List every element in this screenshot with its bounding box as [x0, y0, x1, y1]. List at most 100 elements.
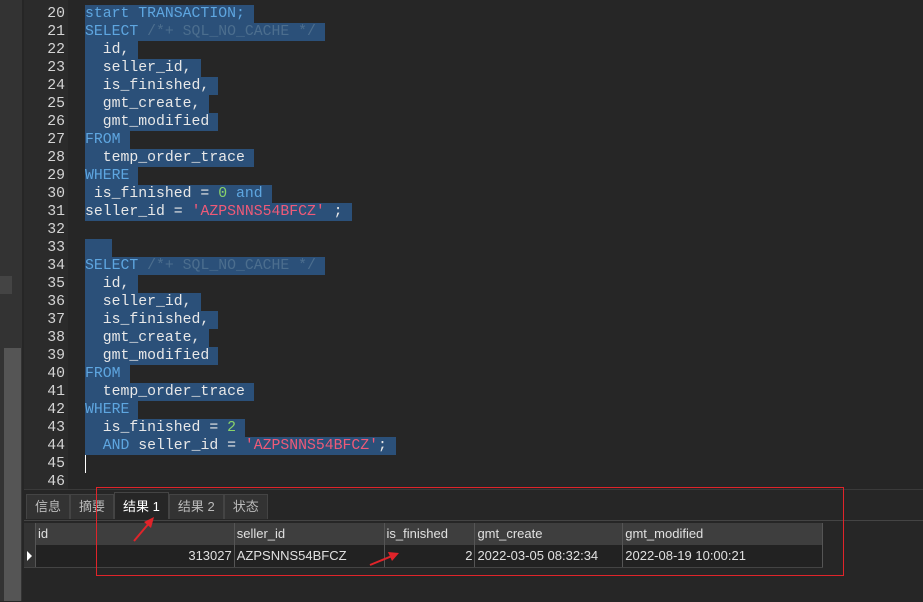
code-token: and [235, 186, 263, 202]
line-number: 31 [47, 204, 65, 220]
line-number: 32 [47, 222, 65, 238]
text-cursor [85, 455, 86, 473]
line-number: 42 [47, 402, 65, 418]
code-token: seller_id = [129, 438, 245, 454]
code-token: gmt_create, [85, 330, 201, 346]
code-token: is_finished, [85, 78, 210, 94]
code-line[interactable]: 41 temp_order_trace [0, 383, 923, 401]
annotation-arrow-icon [133, 517, 154, 542]
code-text: is_finished = 0 and [85, 185, 272, 203]
line-number: 28 [47, 150, 65, 166]
code-token: gmt_modified [85, 114, 210, 130]
code-text: WHERE [85, 167, 139, 185]
code-line[interactable]: 23 seller_id, [0, 59, 923, 77]
line-number: 43 [47, 420, 65, 436]
code-token: id, [85, 42, 130, 58]
code-line[interactable]: 36 seller_id, [0, 293, 923, 311]
code-line[interactable]: 20 start TRANSACTION; [0, 5, 923, 23]
code-line[interactable]: 24 is_finished, [0, 77, 923, 95]
code-line[interactable]: 44 AND seller_id = 'AZPSNNS54BFCZ'; [0, 437, 923, 455]
code-token: is_finished = [85, 186, 219, 202]
code-token: SELECT [85, 24, 139, 40]
code-token: is_finished = [85, 420, 228, 436]
line-number: 25 [47, 96, 65, 112]
line-number: 22 [47, 42, 65, 58]
code-line[interactable]: 43 is_finished = 2 [0, 419, 923, 437]
code-token: ; [378, 438, 387, 454]
code-line[interactable]: 39 gmt_modified [0, 347, 923, 365]
tab-1[interactable]: 信息 [26, 494, 71, 519]
code-token: seller_id, [85, 294, 192, 310]
code-token: 0 [218, 186, 228, 202]
code-text: id, [85, 275, 139, 293]
code-token: is_finished, [85, 312, 210, 328]
code-token: /*+ SQL_NO_CACHE */ [138, 24, 316, 40]
line-number: 40 [47, 366, 65, 382]
line-number: 30 [47, 186, 65, 202]
code-token: WHERE [85, 168, 130, 184]
code-line[interactable]: 32 [0, 221, 923, 239]
line-number: 45 [47, 456, 65, 472]
code-token: id, [85, 276, 130, 292]
row-indicator[interactable] [24, 545, 36, 567]
code-text: gmt_create, [85, 95, 210, 113]
code-text: is_finished, [85, 77, 219, 95]
line-number: 44 [47, 438, 65, 454]
line-number: 38 [47, 330, 65, 346]
code-line[interactable]: 22 id, [0, 41, 923, 59]
code-token: /*+ SQL_NO_CACHE */ [138, 258, 316, 274]
line-number: 33 [47, 240, 65, 256]
code-text: FROM [85, 131, 130, 149]
code-line[interactable]: 25 gmt_create, [0, 95, 923, 113]
line-number: 20 [47, 6, 65, 22]
line-number: 36 [47, 294, 65, 310]
code-line[interactable]: 38 gmt_create, [0, 329, 923, 347]
code-token: gmt_create, [85, 96, 201, 112]
code-line[interactable]: 45 [0, 455, 923, 473]
code-line[interactable]: 31 seller_id = 'AZPSNNS54BFCZ' ; [0, 203, 923, 221]
code-line[interactable]: 42 WHERE [0, 401, 923, 419]
code-text: SELECT /*+ SQL_NO_CACHE */ [85, 23, 325, 41]
sql-editor[interactable]: 20 start TRANSACTION; 21 SELECT /*+ SQL_NO_… [0, 5, 923, 491]
line-number: 35 [47, 276, 65, 292]
code-line[interactable]: 34 SELECT /*+ SQL_NO_CACHE */ [0, 257, 923, 275]
code-line[interactable]: 28 temp_order_trace [0, 149, 923, 167]
code-text: WHERE [85, 401, 139, 419]
code-text: gmt_modified [85, 113, 219, 131]
code-text: is_finished, [85, 311, 219, 329]
code-token: temp_order_trace [85, 384, 245, 400]
code-line[interactable]: 40 FROM [0, 365, 923, 383]
line-number: 24 [47, 78, 65, 94]
code-line[interactable]: 27 FROM [0, 131, 923, 149]
code-token: gmt_modified [85, 348, 210, 364]
code-text: gmt_modified [85, 347, 219, 365]
line-number: 41 [47, 384, 65, 400]
code-line[interactable]: 21 SELECT /*+ SQL_NO_CACHE */ [0, 23, 923, 41]
line-number: 39 [47, 348, 65, 364]
code-line[interactable]: 30 is_finished = 0 and [0, 185, 923, 203]
line-number: 34 [47, 258, 65, 274]
code-token: temp_order_trace [85, 150, 245, 166]
code-token: ; [324, 204, 343, 220]
code-line[interactable]: 37 is_finished, [0, 311, 923, 329]
row-indicator-header [24, 523, 36, 545]
code-token: 'AZPSNNS54BFCZ' [244, 438, 379, 454]
line-number: 27 [47, 132, 65, 148]
line-number: 29 [47, 168, 65, 184]
code-text: FROM [85, 365, 130, 383]
code-line[interactable]: 26 gmt_modified [0, 113, 923, 131]
code-token: FROM [85, 366, 121, 382]
code-token: SELECT [85, 258, 139, 274]
annotation-arrow-icon [369, 552, 399, 566]
code-text: seller_id = 'AZPSNNS54BFCZ' ; [85, 203, 352, 221]
current-row-icon [27, 551, 32, 561]
code-token: start TRANSACTION; [85, 6, 245, 22]
code-line[interactable]: 33 [0, 239, 923, 257]
annotation-red-box [96, 487, 844, 576]
code-token: 2 [227, 420, 236, 436]
code-text: seller_id, [85, 59, 201, 77]
code-line[interactable]: 35 id, [0, 275, 923, 293]
code-line[interactable]: 29 WHERE [0, 167, 923, 185]
